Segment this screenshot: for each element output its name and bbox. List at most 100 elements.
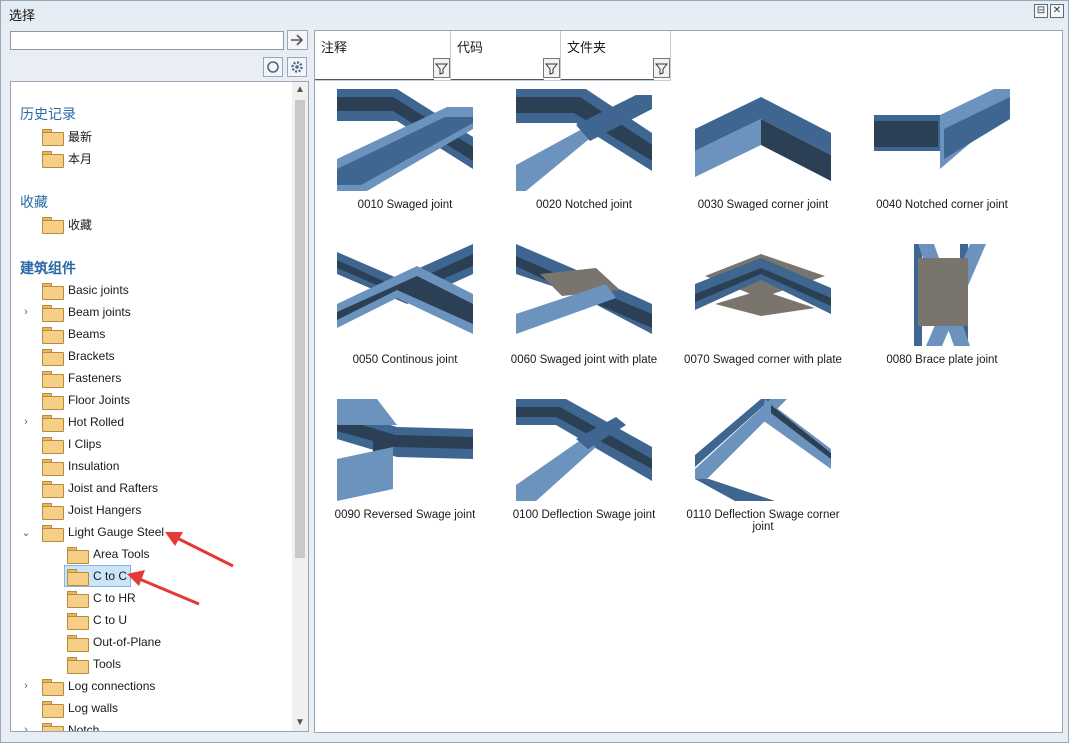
tree-item[interactable]: 收藏 — [42, 214, 92, 234]
component-thumbnail[interactable]: 0080 Brace plate joint — [854, 244, 1030, 384]
search-input[interactable] — [10, 31, 284, 50]
filter-icon[interactable] — [543, 58, 560, 78]
chevron-right-icon[interactable]: › — [21, 416, 31, 428]
tree-item[interactable]: Tools — [67, 654, 121, 674]
tree-item[interactable]: Brackets — [42, 346, 115, 366]
annotation-arrow-icon — [127, 570, 200, 606]
chevron-right-icon[interactable]: › — [21, 680, 31, 692]
component-caption: 0040 Notched corner joint — [876, 199, 1008, 211]
component-preview-image — [695, 89, 831, 191]
folder-icon — [67, 546, 89, 564]
folder-icon — [42, 458, 64, 476]
tree-item[interactable]: Fasteners — [42, 368, 121, 388]
search-go-button[interactable] — [287, 30, 308, 50]
component-thumbnail[interactable]: 0060 Swaged joint with plate — [496, 244, 672, 384]
folder-icon — [42, 480, 64, 498]
folder-icon — [42, 414, 64, 432]
tree-item[interactable]: C to U — [67, 610, 127, 630]
filter-column-folder[interactable]: 文件夹 — [561, 31, 671, 81]
component-preview-image — [516, 399, 652, 501]
tree-item[interactable]: Basic joints — [42, 280, 129, 300]
tree-item-label: Beam joints — [68, 305, 131, 319]
component-thumbnail[interactable]: 0070 Swaged corner with plate — [675, 244, 851, 384]
tree-item[interactable]: › Hot Rolled — [24, 412, 124, 432]
component-thumbnail[interactable]: 0010 Swaged joint — [317, 89, 493, 229]
tree-item[interactable]: 本月 — [42, 148, 92, 168]
library-tree-panel: 历史记录 最新 本月 收藏 收藏 建筑组件 Basic joints › Beam joints… — [10, 81, 309, 732]
folder-icon — [42, 436, 64, 454]
chevron-right-icon[interactable]: › — [21, 306, 31, 318]
restore-button[interactable]: ⊟ — [1034, 4, 1048, 18]
tree-item[interactable]: Beams — [42, 324, 105, 344]
component-thumbnail[interactable]: 0020 Notched joint — [496, 89, 672, 229]
component-preview-image — [516, 89, 652, 191]
folder-icon — [67, 568, 89, 586]
refresh-button[interactable] — [263, 57, 283, 77]
component-thumbnail[interactable]: 0090 Reversed Swage joint — [317, 399, 493, 539]
tree-item[interactable]: I Clips — [42, 434, 101, 454]
tree-item[interactable]: Joist and Rafters — [42, 478, 158, 498]
tree-item-label: 本月 — [68, 151, 93, 166]
tree-scrollbar[interactable]: ▲ ▼ — [292, 82, 308, 731]
chevron-down-icon[interactable]: ⌄ — [21, 526, 31, 539]
component-thumbnail[interactable]: 0110 Deflection Swage corner joint — [675, 399, 851, 539]
tree-item-label: Tools — [93, 657, 122, 671]
tree-item-label: Brackets — [68, 349, 115, 363]
component-gallery-panel: 注释 代码 文件夹 0010 Swaged joint 0020 Notched … — [314, 30, 1063, 733]
filter-icon[interactable] — [433, 58, 450, 78]
tree-item[interactable]: 最新 — [42, 126, 92, 146]
filter-label-code: 代码 — [457, 41, 484, 56]
filter-label-folder: 文件夹 — [567, 41, 607, 56]
folder-icon — [42, 282, 64, 300]
tree-item[interactable]: C to C — [64, 565, 132, 587]
folder-icon — [42, 524, 64, 542]
folder-icon — [42, 326, 64, 344]
tree-item-label: 收藏 — [68, 217, 93, 232]
selection-window: 选择 ⊟ ✕ 历史记录 最新 本月 收藏 收藏 建筑组件 Basic joints › Beam… — [0, 0, 1069, 743]
tree-item[interactable]: Log walls — [42, 698, 118, 718]
tree-item-label: Notch — [68, 723, 100, 731]
tree-item[interactable]: Insulation — [42, 456, 119, 476]
tree-item[interactable]: › Beam joints — [24, 302, 131, 322]
filter-column-code[interactable]: 代码 — [451, 31, 561, 81]
tree-item[interactable]: Out-of-Plane — [67, 632, 161, 652]
gear-icon — [291, 61, 303, 73]
folder-icon — [42, 150, 64, 168]
tree-item-label: I Clips — [68, 437, 102, 451]
folder-icon — [67, 612, 89, 630]
component-preview-image — [516, 244, 652, 346]
filter-column-comment[interactable]: 注释 — [315, 31, 451, 81]
folder-icon — [67, 590, 89, 608]
close-button[interactable]: ✕ — [1050, 4, 1064, 18]
tree-item-label: Basic joints — [68, 283, 129, 297]
component-caption: 0050 Continous joint — [352, 354, 458, 366]
tree-item[interactable]: › Log connections — [24, 676, 155, 696]
component-thumbnail[interactable]: 0050 Continous joint — [317, 244, 493, 384]
component-thumbnail[interactable]: 0100 Deflection Swage joint — [496, 399, 672, 539]
component-caption: 0010 Swaged joint — [357, 199, 453, 211]
tree-item[interactable]: Floor Joints — [42, 390, 130, 410]
filter-icon[interactable] — [653, 58, 670, 78]
title-bar: 选择 ⊟ ✕ — [1, 1, 1068, 24]
component-caption: 0030 Swaged corner joint — [697, 199, 829, 211]
folder-icon — [42, 700, 64, 718]
component-caption: 0110 Deflection Swage corner joint — [686, 509, 840, 533]
chevron-right-icon[interactable]: › — [21, 724, 31, 731]
tree-item[interactable]: › Notch — [24, 720, 100, 731]
folder-icon — [42, 370, 64, 388]
scroll-down-icon[interactable]: ▼ — [292, 715, 308, 731]
component-preview-image — [337, 244, 473, 346]
tree-item[interactable]: Area Tools — [67, 544, 149, 564]
scroll-thumb[interactable] — [295, 100, 305, 558]
component-caption: 0100 Deflection Swage joint — [512, 509, 656, 521]
component-thumbnail[interactable]: 0030 Swaged corner joint — [675, 89, 851, 229]
component-thumbnail[interactable]: 0040 Notched corner joint — [854, 89, 1030, 229]
component-caption: 0090 Reversed Swage joint — [334, 509, 476, 521]
tree-item[interactable]: Joist Hangers — [42, 500, 141, 520]
tree-item-label: Joist and Rafters — [68, 481, 159, 495]
folder-icon — [42, 678, 64, 696]
tree-item-label: Beams — [68, 327, 106, 341]
tree-item[interactable]: ⌄ Light Gauge Steel — [21, 522, 164, 542]
settings-button[interactable] — [287, 57, 307, 77]
scroll-up-icon[interactable]: ▲ — [292, 82, 308, 98]
